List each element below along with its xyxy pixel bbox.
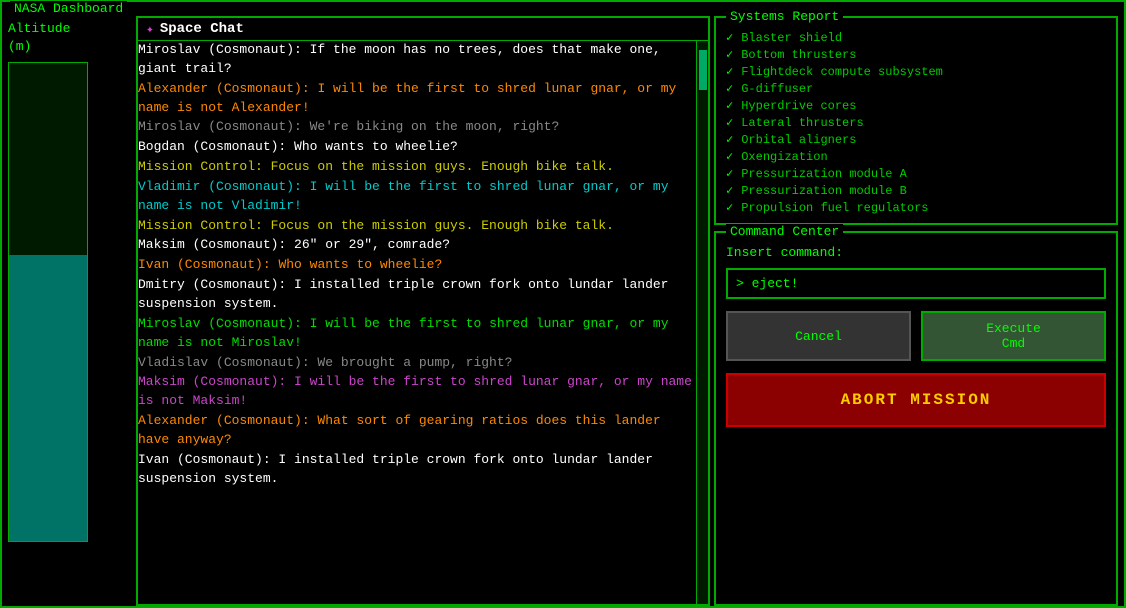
command-frame: Command Center Insert command: Cancel Ex… [714, 231, 1118, 606]
system-label: Flightdeck compute subsystem [741, 65, 943, 79]
system-label: Bottom thrusters [741, 48, 856, 62]
execute-button[interactable]: ExecuteCmd [921, 311, 1106, 361]
outer-frame: NASA Dashboard Altitude (m) ✦ Space Chat… [0, 0, 1126, 608]
check-icon: ✓ [726, 132, 733, 147]
list-item: Maksim (Cosmonaut): 26" or 29", comrade? [138, 236, 696, 255]
command-input[interactable] [736, 276, 1096, 291]
list-item: Alexander (Cosmonaut): What sort of gear… [138, 412, 696, 450]
list-item: ✓ Bottom thrusters [726, 47, 1106, 62]
list-item: ✓ Propulsion fuel regulators [726, 200, 1106, 215]
list-item: ✓ G-diffuser [726, 81, 1106, 96]
check-icon: ✓ [726, 64, 733, 79]
list-item: ✓ Blaster shield [726, 30, 1106, 45]
check-icon: ✓ [726, 183, 733, 198]
check-icon: ✓ [726, 98, 733, 113]
list-item: ✓ Flightdeck compute subsystem [726, 64, 1106, 79]
list-item: ✓ Pressurization module B [726, 183, 1106, 198]
command-title: Command Center [726, 224, 843, 239]
list-item: Mission Control: Focus on the mission gu… [138, 158, 696, 177]
systems-frame: Systems Report ✓Blaster shield✓Bottom th… [714, 16, 1118, 225]
list-item: Dmitry (Cosmonaut): I installed triple c… [138, 276, 696, 314]
list-item: Vladimir (Cosmonaut): I will be the firs… [138, 178, 696, 216]
chat-inner: Miroslav (Cosmonaut): If the moon has no… [138, 41, 708, 604]
list-item: Miroslav (Cosmonaut): We're biking on th… [138, 118, 696, 137]
altitude-label: Altitude [8, 20, 70, 38]
chat-icon: ✦ [146, 22, 154, 37]
list-item: ✓ Pressurization module A [726, 166, 1106, 181]
list-item: Vladislav (Cosmonaut): We brought a pump… [138, 354, 696, 373]
system-label: Orbital aligners [741, 133, 856, 147]
systems-list: ✓ Blaster shield ✓ Bottom thrusters ✓ Flightd… [726, 30, 1106, 215]
list-item: Miroslav (Cosmonaut): I will be the firs… [138, 315, 696, 353]
list-item: ✓ Oxengization [726, 149, 1106, 164]
altitude-bar [8, 62, 88, 542]
chat-panel: ✦ Space Chat Miroslav (Cosmonaut): If th… [136, 16, 710, 606]
altitude-panel: Altitude (m) [2, 16, 132, 606]
list-item: ✓ Lateral thrusters [726, 115, 1106, 130]
system-label: Pressurization module A [741, 167, 907, 181]
system-label: Pressurization module B [741, 184, 907, 198]
list-item: Bogdan (Cosmonaut): Who wants to wheelie… [138, 138, 696, 157]
altitude-fill [9, 255, 87, 542]
chat-messages[interactable]: Miroslav (Cosmonaut): If the moon has no… [138, 41, 696, 604]
system-label: Blaster shield [741, 31, 842, 45]
list-item: Miroslav (Cosmonaut): If the moon has no… [138, 41, 696, 79]
systems-title: Systems Report [726, 9, 843, 24]
check-icon: ✓ [726, 30, 733, 45]
system-label: Propulsion fuel regulators [741, 201, 928, 215]
list-item: ✓ Hyperdrive cores [726, 98, 1106, 113]
check-icon: ✓ [726, 115, 733, 130]
cancel-button[interactable]: Cancel [726, 311, 911, 361]
check-icon: ✓ [726, 47, 733, 62]
check-icon: ✓ [726, 200, 733, 215]
system-label: Lateral thrusters [741, 116, 863, 130]
right-panel: Systems Report ✓Blaster shield✓Bottom th… [714, 16, 1124, 606]
list-item: Ivan (Cosmonaut): Who wants to wheelie? [138, 256, 696, 275]
system-label: Oxengization [741, 150, 827, 164]
list-item: Alexander (Cosmonaut): I will be the fir… [138, 80, 696, 118]
command-buttons: Cancel ExecuteCmd [726, 311, 1106, 361]
system-label: Hyperdrive cores [741, 99, 856, 113]
scrollbar-thumb[interactable] [699, 50, 707, 90]
chat-title: Space Chat [160, 21, 244, 37]
altitude-unit: (m) [8, 38, 31, 56]
list-item: ✓ Orbital aligners [726, 132, 1106, 147]
chat-scrollbar[interactable] [696, 41, 708, 604]
check-icon: ✓ [726, 166, 733, 181]
list-item: Ivan (Cosmonaut): I installed triple cro… [138, 451, 696, 489]
insert-label: Insert command: [726, 245, 1106, 260]
chat-title-bar: ✦ Space Chat [138, 18, 708, 41]
system-label: G-diffuser [741, 82, 813, 96]
app-title: NASA Dashboard [10, 1, 127, 16]
check-icon: ✓ [726, 81, 733, 96]
check-icon: ✓ [726, 149, 733, 164]
main-layout: Altitude (m) ✦ Space Chat Miroslav (Cosm… [2, 2, 1124, 606]
abort-button[interactable]: ABORT MISSION [726, 373, 1106, 427]
list-item: Maksim (Cosmonaut): I will be the first … [138, 373, 696, 411]
list-item: Mission Control: Focus on the mission gu… [138, 217, 696, 236]
command-input-wrapper[interactable] [726, 268, 1106, 299]
